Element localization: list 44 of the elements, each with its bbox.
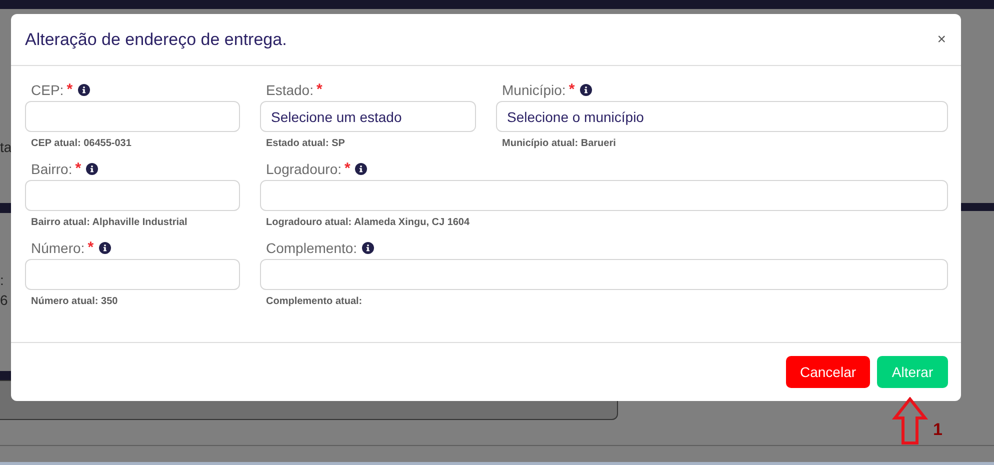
info-icon[interactable] [355, 162, 368, 174]
background-text: : [0, 272, 4, 288]
required-mark: * [316, 81, 322, 98]
dialog-title: Alteração de endereço de entrega. [25, 30, 287, 50]
background-text: ta [0, 139, 12, 155]
close-button[interactable]: × [935, 31, 948, 48]
info-icon[interactable] [98, 242, 111, 254]
current-value-hint: CEP atual: 06455-031 [30, 138, 132, 149]
field-label: Bairro: [31, 160, 72, 176]
required-mark: * [344, 160, 350, 177]
field-label: CEP: [31, 82, 64, 98]
background-bar [961, 203, 994, 211]
info-icon[interactable] [362, 242, 374, 254]
input-field[interactable] [260, 259, 948, 290]
background-bar [0, 371, 11, 380]
field-label: Logradouro: [266, 160, 342, 176]
field-label: Número: [31, 240, 85, 256]
required-mark: * [568, 81, 575, 98]
current-value-hint: Logradouro atual: Alameda Xingu, CJ 1604 [265, 217, 471, 228]
input-field[interactable] [25, 180, 240, 211]
field-label: Estado: [266, 82, 314, 98]
cancel-button[interactable]: Cancelar [786, 356, 870, 388]
current-value-hint: Estado atual: SP [265, 138, 346, 149]
annotation-number: 1 [933, 420, 942, 440]
input-field[interactable] [25, 101, 240, 132]
field-label: Complemento: [266, 240, 358, 256]
required-mark: * [75, 160, 82, 177]
input-field[interactable]: Selecione o município [496, 101, 948, 132]
input-field[interactable]: Selecione um estado [260, 101, 476, 132]
current-value-hint: Número atual: 350 [30, 296, 119, 307]
info-icon[interactable] [78, 84, 90, 96]
current-value-hint: Complemento atual: [265, 296, 364, 307]
field-label: Município: [502, 82, 566, 98]
annotation-arrow-icon [892, 397, 928, 445]
current-value-hint: Bairro atual: Alphaville Industrial [30, 217, 188, 228]
background-text: 6 [0, 292, 8, 308]
required-mark: * [66, 81, 73, 98]
current-value-hint: Município atual: Barueri [501, 138, 617, 149]
info-icon[interactable] [86, 162, 98, 174]
input-field[interactable] [25, 259, 240, 290]
background-bar [0, 203, 11, 213]
required-mark: * [88, 239, 94, 256]
input-field[interactable] [260, 180, 948, 211]
info-icon[interactable] [580, 84, 592, 96]
